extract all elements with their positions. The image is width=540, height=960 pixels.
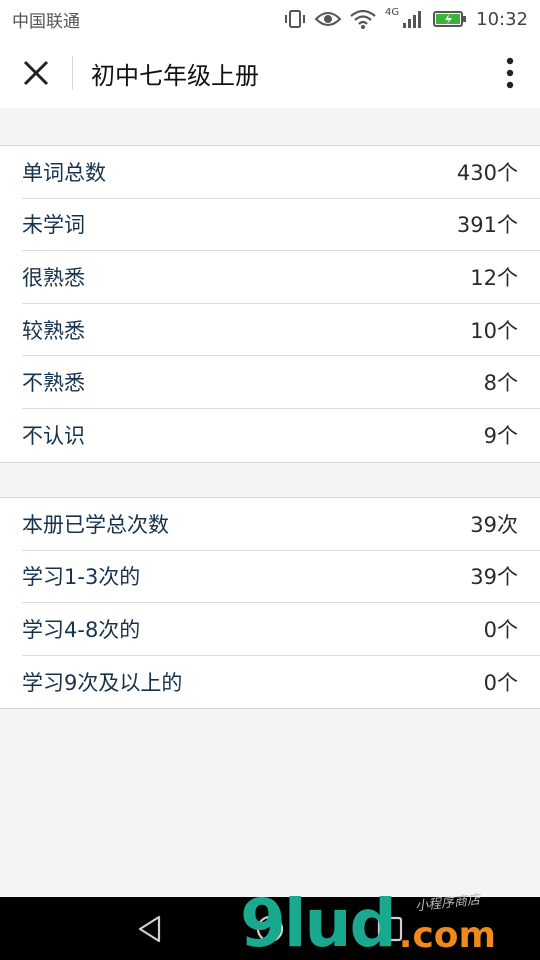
list-item: 不熟悉 8个	[22, 356, 540, 409]
status-icons: 4G 10:32	[284, 6, 528, 30]
list-item: 单词总数 430个	[22, 146, 540, 199]
list-item: 学习4-8次的 0个	[22, 603, 540, 656]
stat-label: 本册已学总次数	[22, 512, 169, 537]
stat-value: 0个	[483, 671, 518, 696]
stat-label: 不熟悉	[22, 371, 85, 396]
network-type: 4G	[385, 6, 400, 18]
nav-divider	[72, 56, 73, 90]
study-stats-group: 本册已学总次数 39次 学习1-3次的 39个 学习4-8次的 0个 学习9次及…	[0, 497, 540, 710]
close-icon	[23, 60, 49, 86]
more-vertical-icon	[506, 57, 514, 89]
stat-value: 391个	[456, 213, 518, 238]
stat-value: 39个	[470, 565, 518, 590]
signal-icon	[402, 9, 424, 29]
wifi-icon	[350, 9, 376, 29]
eye-icon	[315, 10, 341, 28]
watermark-logo: 9lud .com 小程序商店	[240, 888, 540, 960]
list-item: 不认识 9个	[22, 409, 540, 462]
watermark-suffix: .com	[398, 915, 497, 956]
stat-label: 很熟悉	[22, 265, 85, 290]
stat-value: 0个	[483, 617, 518, 642]
back-button[interactable]	[120, 899, 180, 959]
nav-bar: 初中七年级上册	[0, 38, 540, 108]
list-item: 较熟悉 10个	[22, 304, 540, 357]
stat-value: 39次	[470, 512, 518, 537]
watermark-small-text: 小程序商店	[414, 892, 481, 915]
clock: 10:32	[476, 8, 528, 30]
close-button[interactable]	[0, 38, 72, 108]
word-stats-group: 单词总数 430个 未学词 391个 很熟悉 12个 较熟悉 10个 不熟悉 8…	[0, 145, 540, 463]
stat-label: 学习4-8次的	[22, 617, 141, 642]
list-item: 学习1-3次的 39个	[22, 551, 540, 604]
stat-value: 12个	[470, 265, 518, 290]
status-bar: 中国联通 4G 10:32	[0, 0, 540, 38]
watermark-main: 9lud	[240, 885, 397, 960]
page-title: 初中七年级上册	[91, 61, 259, 90]
stat-value: 10个	[470, 318, 518, 343]
stat-label: 学习9次及以上的	[22, 671, 183, 696]
list-item: 本册已学总次数 39次	[22, 498, 540, 551]
carrier-name: 中国联通	[12, 11, 80, 32]
stat-value: 430个	[456, 160, 518, 185]
stat-label: 未学词	[22, 213, 85, 238]
vibrate-icon	[284, 9, 306, 29]
back-triangle-icon	[138, 915, 161, 942]
list-item: 未学词 391个	[22, 199, 540, 252]
stat-label: 较熟悉	[22, 318, 85, 343]
battery-icon	[433, 10, 467, 28]
stat-label: 单词总数	[22, 160, 106, 185]
list-item: 很熟悉 12个	[22, 251, 540, 304]
stat-label: 学习1-3次的	[22, 565, 141, 590]
stat-value: 9个	[483, 424, 518, 449]
list-item: 学习9次及以上的 0个	[22, 656, 540, 709]
stat-value: 8个	[483, 371, 518, 396]
more-button[interactable]	[480, 38, 540, 108]
stat-label: 不认识	[22, 424, 85, 449]
